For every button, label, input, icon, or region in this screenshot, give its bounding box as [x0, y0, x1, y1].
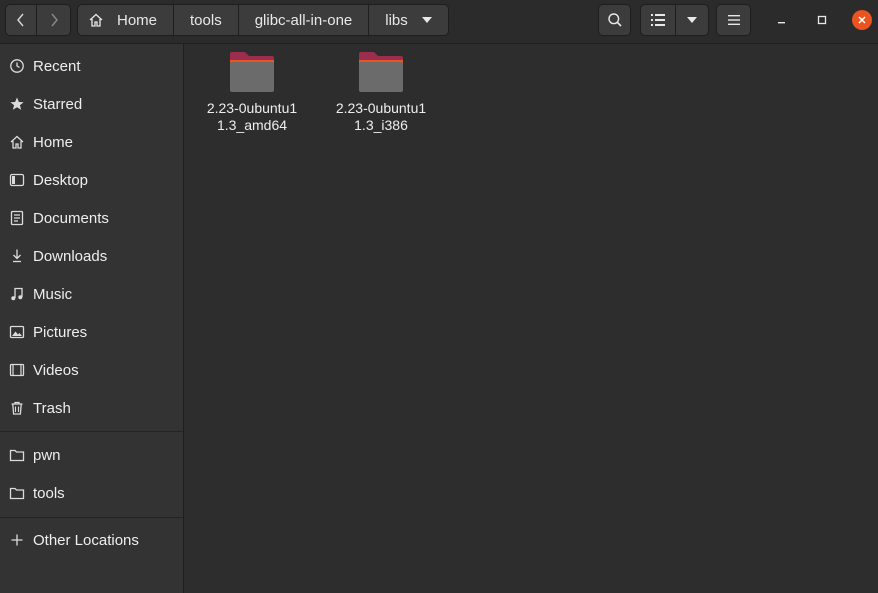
breadcrumb: Home tools glibc-all-in-one libs — [77, 4, 449, 36]
file-manager-window: Home tools glibc-all-in-one libs Recent … — [0, 0, 878, 593]
sidebar-item-label: Desktop — [33, 171, 89, 189]
sidebar-item-starred[interactable]: Starred — [0, 86, 183, 122]
breadcrumb-libs[interactable]: libs — [369, 5, 442, 35]
document-icon — [8, 209, 26, 227]
sidebar-item-label: Other Locations — [33, 531, 139, 549]
dropdown-arrow-icon — [687, 17, 697, 23]
search-icon — [607, 13, 622, 27]
sidebar-item-label: pwn — [33, 446, 61, 464]
breadcrumb-glibc-all-in-one[interactable]: glibc-all-in-one — [239, 5, 370, 35]
sidebar-item-home[interactable]: Home — [0, 124, 183, 160]
music-icon — [8, 285, 26, 303]
sidebar-bookmark-pwn[interactable]: pwn — [0, 437, 183, 473]
file-view: 2.23-0ubuntu11.3_amd64 2.23-0ubuntu11.3_… — [185, 44, 878, 593]
sidebar-item-label: Videos — [33, 361, 79, 379]
folder-item[interactable]: 2.23-0ubuntu11.3_amd64 — [192, 50, 312, 134]
sidebar-bookmark-tools[interactable]: tools — [0, 475, 183, 511]
sidebar-item-music[interactable]: Music — [0, 276, 183, 312]
close-button[interactable] — [852, 10, 872, 30]
breadcrumb-label: libs — [385, 11, 408, 29]
sidebar-item-label: Starred — [33, 95, 83, 113]
video-icon — [8, 361, 26, 379]
home-icon — [89, 13, 103, 27]
sidebar-item-label: Downloads — [33, 247, 108, 265]
sidebar-item-downloads[interactable]: Downloads — [0, 238, 183, 274]
folder-name: 2.23-0ubuntu11.3_i386 — [335, 100, 427, 133]
sidebar-item-other-locations[interactable]: Other Locations — [0, 522, 183, 558]
desktop-icon — [8, 171, 26, 189]
folder-icon — [359, 52, 403, 92]
forward-button[interactable] — [36, 4, 71, 36]
folder-icon — [8, 484, 26, 502]
sidebar-item-documents[interactable]: Documents — [0, 200, 183, 236]
minimize-button[interactable] — [772, 10, 792, 30]
sidebar-item-pictures[interactable]: Pictures — [0, 314, 183, 350]
sidebar-item-label: Documents — [33, 209, 109, 227]
chevron-right-icon — [50, 13, 58, 27]
download-icon — [8, 247, 26, 265]
sidebar-item-videos[interactable]: Videos — [0, 352, 183, 388]
hamburger-menu-icon — [727, 15, 740, 25]
sidebar-item-desktop[interactable]: Desktop — [0, 162, 183, 198]
sidebar-divider — [0, 517, 183, 518]
sidebar-divider — [0, 431, 183, 432]
maximize-button[interactable] — [812, 10, 832, 30]
trash-icon — [8, 399, 26, 417]
folder-item[interactable]: 2.23-0ubuntu11.3_i386 — [321, 50, 441, 134]
dropdown-arrow-icon — [421, 17, 432, 23]
clock-icon — [8, 57, 26, 75]
maximize-icon — [817, 15, 827, 25]
breadcrumb-label: tools — [190, 11, 222, 29]
sidebar-item-label: Music — [33, 285, 73, 303]
back-button[interactable] — [5, 4, 37, 36]
star-icon — [8, 95, 26, 113]
sidebar-item-label: tools — [33, 484, 65, 502]
search-button[interactable] — [598, 4, 631, 36]
breadcrumb-label: Home — [117, 11, 158, 29]
sidebar-item-label: Home — [33, 133, 74, 151]
picture-icon — [8, 323, 26, 341]
header-bar: Home tools glibc-all-in-one libs — [0, 0, 878, 44]
breadcrumb-label: glibc-all-in-one — [254, 11, 353, 29]
list-view-icon — [651, 14, 665, 26]
view-mode-button[interactable] — [640, 4, 676, 36]
sidebar: Recent Starred Home Desktop Documents Do… — [0, 44, 184, 593]
folder-icon — [8, 446, 26, 464]
breadcrumb-tools[interactable]: tools — [174, 5, 239, 35]
sidebar-item-label: Recent — [33, 57, 81, 75]
sidebar-item-trash[interactable]: Trash — [0, 390, 183, 426]
folder-icon — [230, 52, 274, 92]
breadcrumb-home[interactable]: Home — [78, 5, 175, 35]
folder-name: 2.23-0ubuntu11.3_amd64 — [206, 100, 298, 133]
sidebar-item-label: Pictures — [33, 323, 88, 341]
close-icon — [858, 16, 866, 24]
sidebar-item-label: Trash — [33, 399, 71, 417]
sidebar-item-recent[interactable]: Recent — [0, 48, 183, 84]
chevron-left-icon — [17, 13, 24, 27]
home-icon — [8, 133, 26, 151]
menu-button[interactable] — [716, 4, 751, 36]
plus-icon — [8, 531, 26, 549]
view-options-button[interactable] — [675, 4, 709, 36]
minimize-icon — [778, 22, 785, 24]
